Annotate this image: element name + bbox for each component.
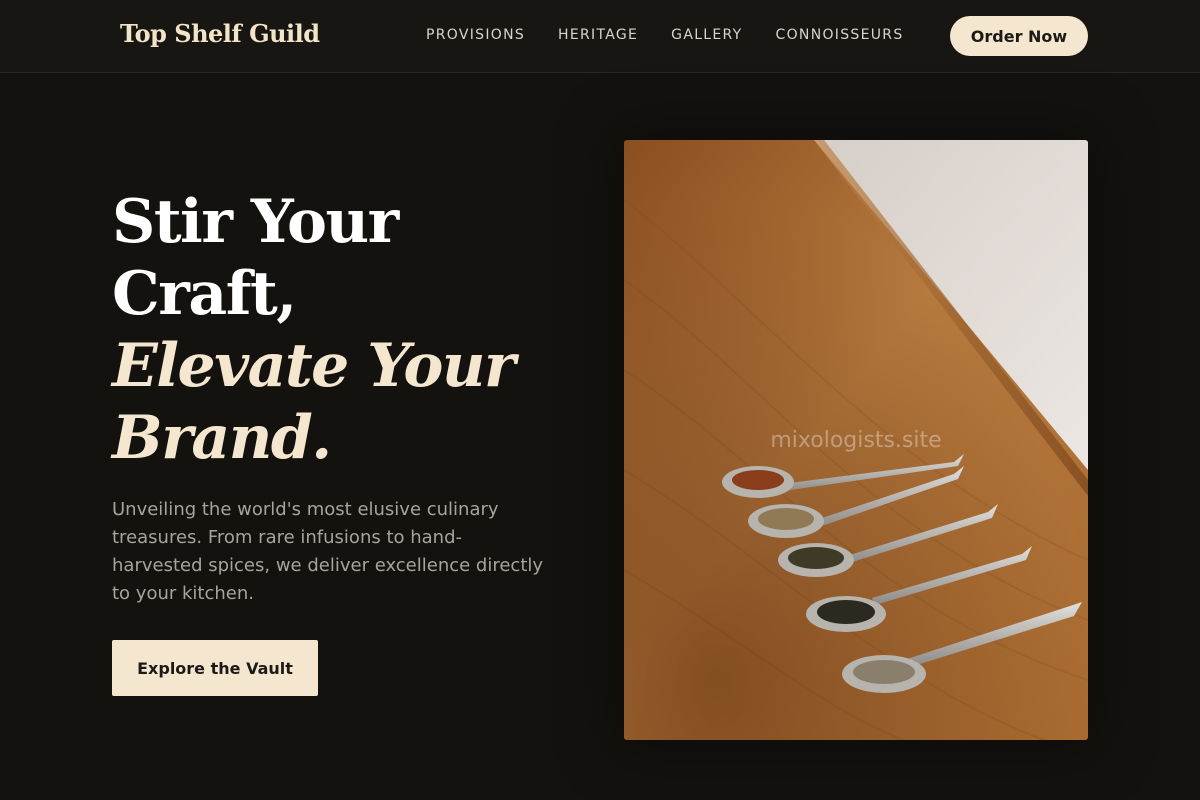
hero-title-accent-line: Elevate Your [112, 331, 516, 401]
nav-link-heritage[interactable]: HERITAGE [558, 26, 638, 44]
hero-title-accent-line: Brand. [112, 403, 332, 473]
hero-title-line: Stir Your [112, 187, 399, 257]
nav-link-connoisseurs[interactable]: CONNOISSEURS [776, 26, 904, 44]
site-header: Top Shelf Guild PROVISIONS HERITAGE GALL… [0, 0, 1200, 73]
image-watermark: mixologists.site [770, 428, 942, 453]
nav-link-gallery[interactable]: GALLERY [671, 26, 742, 44]
explore-vault-button[interactable]: Explore the Vault [112, 640, 318, 696]
order-now-button[interactable]: Order Now [950, 16, 1088, 56]
hero-image-spice-spoons: mixologists.site [624, 140, 1088, 740]
hero-description: Unveiling the world's most elusive culin… [112, 499, 544, 604]
hero-title-line: Craft, [112, 259, 297, 329]
brand-logo[interactable]: Top Shelf Guild [120, 19, 320, 48]
main-nav: PROVISIONS HERITAGE GALLERY CONNOISSEURS [426, 26, 904, 44]
page: Top Shelf Guild PROVISIONS HERITAGE GALL… [0, 0, 1200, 800]
hero-title: Stir Your Craft, Elevate Your Brand. [112, 186, 572, 474]
nav-link-provisions[interactable]: PROVISIONS [426, 26, 525, 44]
